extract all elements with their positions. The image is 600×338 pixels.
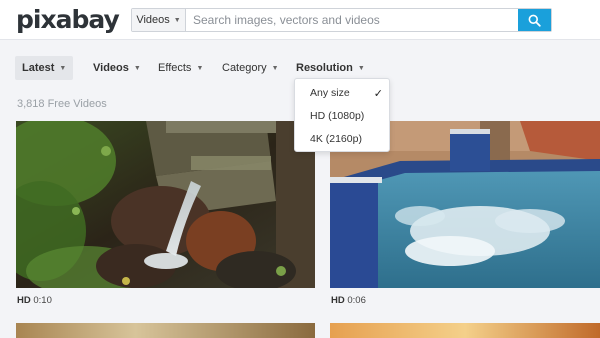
video-duration: 0:06 (347, 295, 366, 306)
chevron-down-icon: ▼ (173, 16, 181, 24)
video-thumbnail-next[interactable] (16, 323, 315, 338)
effects-dropdown[interactable]: Effects ▼ (151, 56, 210, 80)
video-meta: HD 0:10 (17, 295, 52, 306)
chevron-down-icon: ▼ (196, 64, 204, 72)
chevron-down-icon: ▼ (133, 64, 141, 72)
resolution-option-label: Any size (310, 87, 350, 99)
resolution-dropdown[interactable]: Resolution ▼ (289, 56, 372, 80)
search-icon (528, 14, 541, 27)
video-meta: HD 0:06 (331, 295, 366, 306)
media-type-label: Videos (93, 62, 129, 74)
sort-latest-dropdown[interactable]: Latest ▼ (15, 56, 74, 80)
search-input[interactable] (186, 9, 518, 31)
chevron-down-icon: ▼ (357, 64, 365, 72)
stream-thumbnail-image (16, 121, 315, 288)
video-quality: HD (17, 295, 31, 306)
sort-latest-label: Latest (22, 62, 55, 74)
media-type-dropdown[interactable]: Videos ▼ (86, 56, 148, 80)
video-duration: 0:10 (33, 295, 52, 306)
search-bar: Videos ▼ (131, 8, 552, 32)
resolution-label: Resolution (296, 62, 353, 74)
result-count: 3,818 Free Videos (17, 98, 107, 110)
top-header: pixabay Videos ▼ (0, 0, 600, 40)
pixabay-logo[interactable]: pixabay (16, 6, 120, 34)
search-type-select[interactable]: Videos ▼ (132, 9, 186, 31)
resolution-option-4k[interactable]: 4K (2160p) (295, 128, 391, 150)
resolution-menu: Any size ✓ HD (1080p) 4K (2160p) (294, 78, 390, 152)
search-button[interactable] (518, 9, 551, 31)
resolution-option-label: HD (1080p) (310, 110, 365, 122)
search-type-label: Videos (136, 14, 170, 26)
resolution-option-any[interactable]: Any size ✓ (295, 82, 391, 104)
filter-bar: Latest ▼ Videos ▼ Effects ▼ Category ▼ R… (0, 56, 600, 80)
chevron-down-icon: ▼ (271, 64, 279, 72)
video-thumbnail-next[interactable] (330, 323, 600, 338)
checkmark-icon: ✓ (373, 87, 383, 100)
effects-label: Effects (158, 62, 192, 74)
category-dropdown[interactable]: Category ▼ (215, 56, 286, 80)
video-quality: HD (331, 295, 345, 306)
category-label: Category (222, 62, 267, 74)
chevron-down-icon: ▼ (59, 64, 67, 72)
resolution-option-hd[interactable]: HD (1080p) (295, 105, 391, 127)
resolution-option-label: 4K (2160p) (310, 133, 362, 145)
video-thumbnail-stream[interactable] (16, 121, 315, 288)
